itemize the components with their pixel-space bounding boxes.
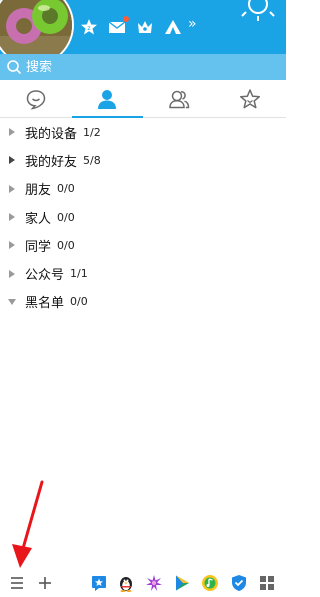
tent-icon[interactable] xyxy=(164,18,182,36)
group-count: 1/1 xyxy=(70,267,88,281)
profile-header: z » xyxy=(0,0,286,54)
group-name: 家人 xyxy=(25,211,52,227)
crown-icon[interactable] xyxy=(136,18,154,36)
group-public-accounts[interactable]: 公众号 1/1 xyxy=(0,259,286,287)
contact-person-icon xyxy=(98,89,117,109)
expanded-arrow-icon xyxy=(8,298,16,305)
collapsed-arrow-icon xyxy=(9,213,15,222)
video-play-icon[interactable] xyxy=(173,574,191,592)
notification-dot xyxy=(123,16,129,22)
group-count: 0/0 xyxy=(57,210,75,224)
group-count: 0/0 xyxy=(70,295,88,309)
tab-favorites[interactable] xyxy=(215,80,287,117)
penguin-game-icon[interactable] xyxy=(117,574,135,592)
main-tabs xyxy=(0,80,286,118)
group-name: 我的设备 xyxy=(25,126,78,142)
group-my-devices[interactable]: 我的设备 1/2 xyxy=(0,118,286,146)
group-name: 公众号 xyxy=(25,268,65,284)
search-bar[interactable] xyxy=(0,54,286,80)
add-icon[interactable] xyxy=(36,574,54,592)
collapsed-arrow-icon xyxy=(9,156,15,165)
tab-contacts[interactable] xyxy=(71,80,144,118)
weather-sun-icon[interactable] xyxy=(240,0,276,22)
menu-icon[interactable] xyxy=(8,574,26,592)
collapsed-arrow-icon xyxy=(9,184,15,193)
group-blacklist[interactable]: 黑名单 0/0 xyxy=(0,288,286,316)
app-store-icon[interactable] xyxy=(90,574,108,592)
group-count: 5/8 xyxy=(83,153,101,167)
more-icon[interactable]: » xyxy=(188,17,197,31)
collapsed-arrow-icon xyxy=(9,241,15,250)
group-name: 同学 xyxy=(25,239,52,255)
group-classmates[interactable]: 同学 0/0 xyxy=(0,231,286,259)
bottom-toolbar xyxy=(0,570,286,597)
svg-text:z: z xyxy=(87,25,90,32)
mail-icon[interactable] xyxy=(108,16,129,36)
collapsed-arrow-icon xyxy=(9,128,15,137)
chat-bubble-icon xyxy=(26,89,46,110)
tab-messages[interactable] xyxy=(0,80,72,117)
tab-groups[interactable] xyxy=(143,80,215,117)
group-count: 1/2 xyxy=(83,125,101,139)
shield-icon[interactable] xyxy=(230,574,248,592)
group-count: 0/0 xyxy=(57,182,75,196)
group-my-friends[interactable]: 我的好友 5/8 xyxy=(0,146,286,174)
group-family[interactable]: 家人 0/0 xyxy=(0,203,286,231)
search-input[interactable] xyxy=(26,59,256,75)
qzone-star-icon[interactable]: z xyxy=(80,18,98,36)
annotation-arrow xyxy=(12,480,44,568)
grid-apps-icon[interactable] xyxy=(258,574,276,592)
group-people-icon xyxy=(168,90,190,108)
avatar[interactable] xyxy=(0,0,74,54)
group-name: 我的好友 xyxy=(25,154,78,170)
collapsed-arrow-icon xyxy=(9,269,15,278)
group-name: 黑名单 xyxy=(25,296,65,312)
music-icon[interactable] xyxy=(201,574,219,592)
header-icon-bar: z » xyxy=(80,16,197,38)
group-friends[interactable]: 朋友 0/0 xyxy=(0,175,286,203)
contact-group-list: 我的设备 1/2 我的好友 5/8 朋友 0/0 家人 0/0 同学 0/0 公… xyxy=(0,118,286,316)
group-name: 朋友 xyxy=(25,183,52,199)
star-icon xyxy=(240,88,261,108)
flower-app-icon[interactable] xyxy=(145,574,163,592)
search-icon xyxy=(7,60,22,75)
group-count: 0/0 xyxy=(57,238,75,252)
